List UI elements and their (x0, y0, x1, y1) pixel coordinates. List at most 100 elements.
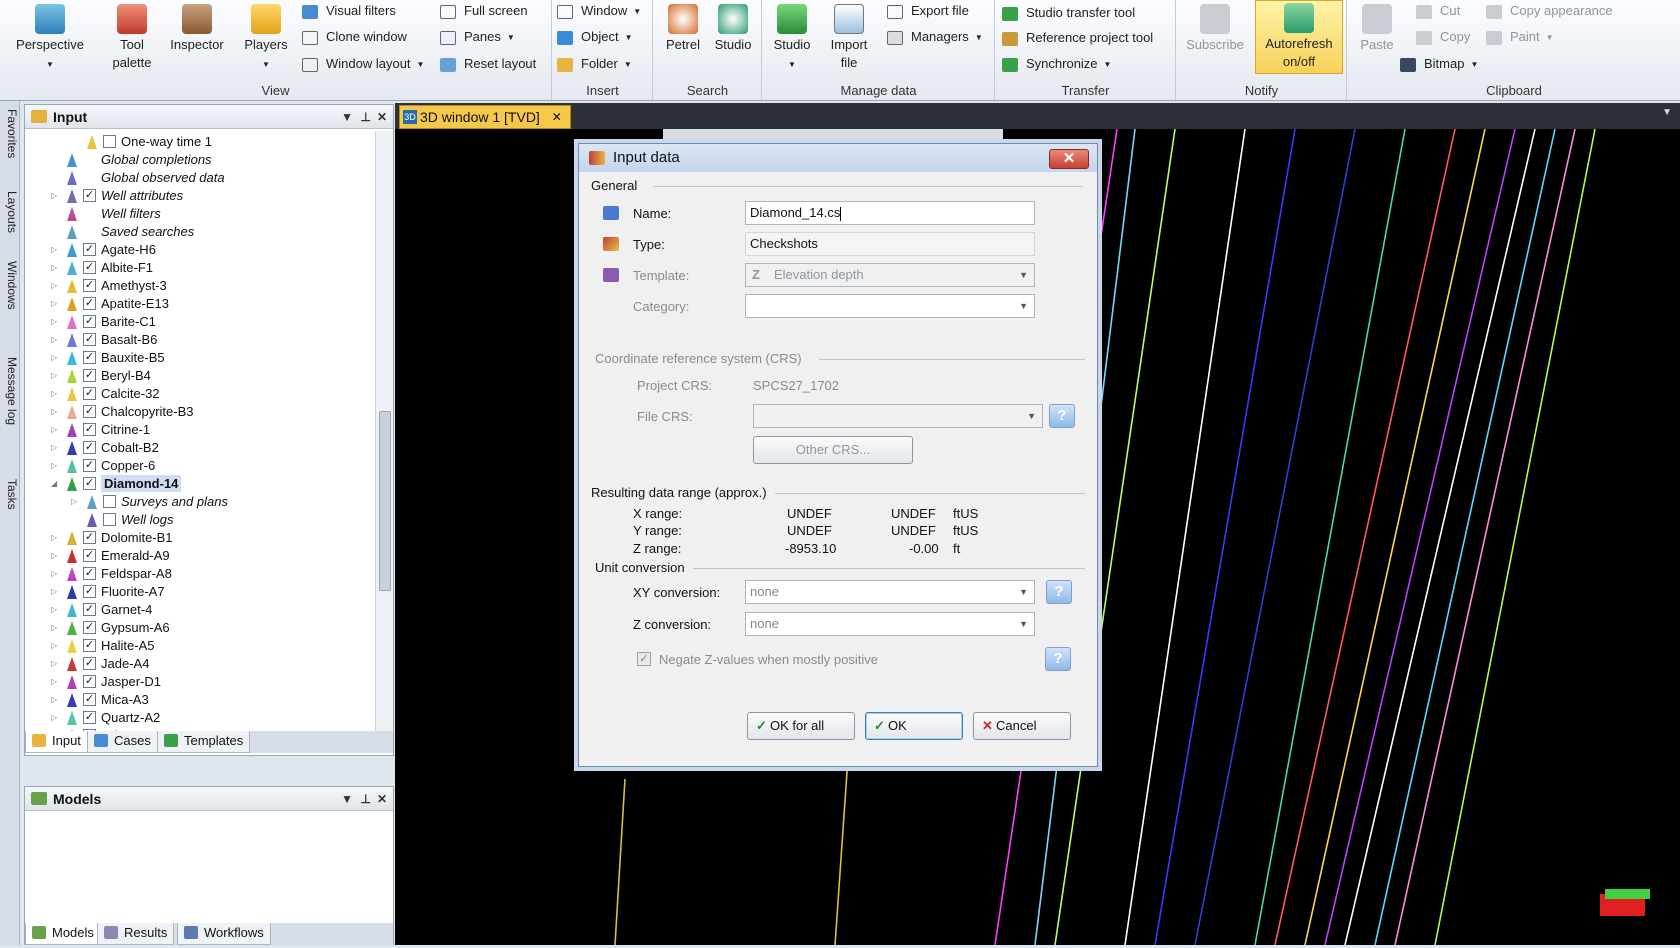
tab-3d-window[interactable]: 3D 3D window 1 [TVD] ✕ (399, 105, 571, 129)
tree-item[interactable]: ▷ Surveys and plans (25, 493, 375, 510)
tree-item[interactable]: ▷ ✓ Copper-6 (25, 457, 375, 474)
tab-cases[interactable]: Cases (87, 731, 158, 753)
name-field[interactable]: Diamond_14.cs (745, 201, 1035, 225)
expand-arrow-icon[interactable]: ▷ (51, 295, 57, 312)
insert-folder-button[interactable]: Folder ▼ (557, 53, 632, 75)
bitmap-button[interactable]: Bitmap ▼ (1400, 53, 1478, 75)
tree-item[interactable]: Well logs (25, 511, 375, 528)
expand-arrow-icon[interactable]: ▷ (51, 565, 57, 582)
file-crs-help-button[interactable]: ? (1049, 404, 1075, 428)
expand-arrow-icon[interactable]: ▷ (51, 673, 57, 690)
tree-item[interactable]: Well filters (25, 205, 375, 222)
expand-arrow-icon[interactable]: ▷ (51, 691, 57, 708)
side-tab-message-log[interactable]: Message log (1, 357, 19, 425)
tree-item[interactable]: ▷ ✓ Beryl-B4 (25, 367, 375, 384)
tree-checkbox[interactable] (103, 495, 116, 508)
tree-item[interactable]: Global observed data (25, 169, 375, 186)
tree-item[interactable]: ▷ ✓ Fluorite-A7 (25, 583, 375, 600)
tree-item[interactable]: ▷ ✓ Feldspar-A8 (25, 565, 375, 582)
tab-workflows[interactable]: Workflows (177, 923, 271, 945)
tree-item[interactable]: ▷ ✓ Chalcopyrite-B3 (25, 403, 375, 420)
tree-item[interactable]: ▷ ✓ Calcite-32 (25, 385, 375, 402)
import-file-button[interactable]: Import file (821, 2, 877, 72)
expand-arrow-icon[interactable]: ◢ (51, 475, 57, 492)
tree-checkbox[interactable]: ✓ (83, 405, 96, 418)
category-dropdown[interactable]: ▼ (745, 294, 1035, 318)
tree-checkbox[interactable]: ✓ (83, 531, 96, 544)
close-icon[interactable]: ✕ (377, 105, 387, 129)
tree-checkbox[interactable]: ✓ (83, 567, 96, 580)
expand-arrow-icon[interactable]: ▷ (51, 655, 57, 672)
tree-checkbox[interactable]: ✓ (83, 243, 96, 256)
paint-button[interactable]: Paint ▼ (1486, 26, 1554, 48)
expand-arrow-icon[interactable]: ▷ (51, 349, 57, 366)
expand-arrow-icon[interactable]: ▷ (51, 259, 57, 276)
full-screen-button[interactable]: Full screen (440, 0, 528, 22)
expand-arrow-icon[interactable]: ▷ (51, 277, 57, 294)
studio-transfer-tool-button[interactable]: Studio transfer tool (1002, 2, 1135, 24)
tab-input[interactable]: Input (25, 731, 88, 753)
tree-checkbox[interactable] (103, 135, 116, 148)
expand-arrow-icon[interactable]: ▷ (51, 637, 57, 654)
reset-layout-button[interactable]: Reset layout (440, 53, 536, 75)
scrollbar-thumb[interactable] (379, 411, 391, 591)
tab-templates[interactable]: Templates (157, 731, 251, 753)
expand-arrow-icon[interactable]: ▷ (71, 493, 77, 510)
tree-item[interactable]: ▷ ✓ Dolomite-B1 (25, 529, 375, 546)
tree-checkbox[interactable]: ✓ (83, 261, 96, 274)
side-tab-tasks[interactable]: Tasks (1, 479, 19, 510)
tree-item[interactable]: ▷ ✓ Apatite-E13 (25, 295, 375, 312)
expand-arrow-icon[interactable]: ▷ (51, 547, 57, 564)
expand-arrow-icon[interactable]: ▷ (51, 583, 57, 600)
tree-checkbox[interactable]: ✓ (83, 621, 96, 634)
cancel-button[interactable]: ✕ Cancel (973, 712, 1071, 740)
ok-for-all-button[interactable]: ✓ OK for all (747, 712, 855, 740)
managers-button[interactable]: Managers ▼ (887, 26, 983, 48)
tree-checkbox[interactable]: ✓ (83, 477, 96, 490)
expand-arrow-icon[interactable]: ▷ (51, 367, 57, 384)
tree-item[interactable]: ▷ ✓ Garnet-4 (25, 601, 375, 618)
negate-z-checkbox[interactable]: ✓ (637, 652, 651, 666)
expand-arrow-icon[interactable]: ▷ (51, 619, 57, 636)
tool-palette-button[interactable]: Tool palette (102, 2, 162, 72)
subscribe-button[interactable]: Subscribe (1183, 2, 1247, 54)
copy-appearance-button[interactable]: Copy appearance (1486, 0, 1613, 22)
tree-checkbox[interactable]: ✓ (83, 423, 96, 436)
tree-checkbox[interactable]: ✓ (83, 387, 96, 400)
tree-item[interactable]: Saved searches (25, 223, 375, 240)
negate-z-help-button[interactable]: ? (1045, 647, 1071, 671)
tree-checkbox[interactable]: ✓ (83, 279, 96, 292)
tree-item[interactable]: ▷ ✓ Jade-A4 (25, 655, 375, 672)
tree-item[interactable]: ▷ ✓ Emerald-A9 (25, 547, 375, 564)
insert-object-button[interactable]: Object ▼ (557, 26, 633, 48)
tree-item[interactable]: ▷ ✓ Mica-A3 (25, 691, 375, 708)
synchronize-button[interactable]: Synchronize ▼ (1002, 53, 1111, 75)
tree-checkbox[interactable]: ✓ (83, 459, 96, 472)
tab-models[interactable]: Models (25, 923, 101, 945)
tree-checkbox[interactable]: ✓ (83, 189, 96, 202)
tree-item[interactable]: ▷ ✓ Basalt-B6 (25, 331, 375, 348)
close-tab-icon[interactable]: ✕ (552, 106, 562, 128)
xy-conversion-dropdown[interactable]: none ▼ (745, 580, 1035, 604)
tree-checkbox[interactable]: ✓ (83, 639, 96, 652)
z-conversion-dropdown[interactable]: none ▼ (745, 612, 1035, 636)
reference-project-tool-button[interactable]: Reference project tool (1002, 27, 1153, 49)
tree-checkbox[interactable]: ✓ (83, 351, 96, 364)
close-button[interactable]: ✕ (1049, 149, 1089, 169)
window-layout-button[interactable]: Window layout ▼ (302, 53, 424, 75)
tree-checkbox[interactable]: ✓ (83, 369, 96, 382)
inspector-button[interactable]: Inspector (166, 2, 228, 54)
tree-checkbox[interactable]: ✓ (83, 603, 96, 616)
file-crs-dropdown[interactable]: ▼ (753, 404, 1043, 428)
expand-arrow-icon[interactable]: ▷ (51, 331, 57, 348)
template-dropdown[interactable]: Z Elevation depth ▼ (745, 263, 1035, 287)
side-tab-favorites[interactable]: Favorites (1, 109, 19, 158)
expand-arrow-icon[interactable]: ▷ (51, 709, 57, 726)
players-button[interactable]: Players ▼ (236, 2, 296, 74)
close-icon[interactable]: ✕ (377, 787, 387, 811)
panes-button[interactable]: Panes ▼ (440, 26, 515, 48)
ok-button[interactable]: ✓ OK (865, 712, 963, 740)
tree-item[interactable]: ▷ ✓ Citrine-1 (25, 421, 375, 438)
expand-arrow-icon[interactable]: ▷ (51, 421, 57, 438)
tree-item[interactable]: ▷ ✓ Well attributes (25, 187, 375, 204)
